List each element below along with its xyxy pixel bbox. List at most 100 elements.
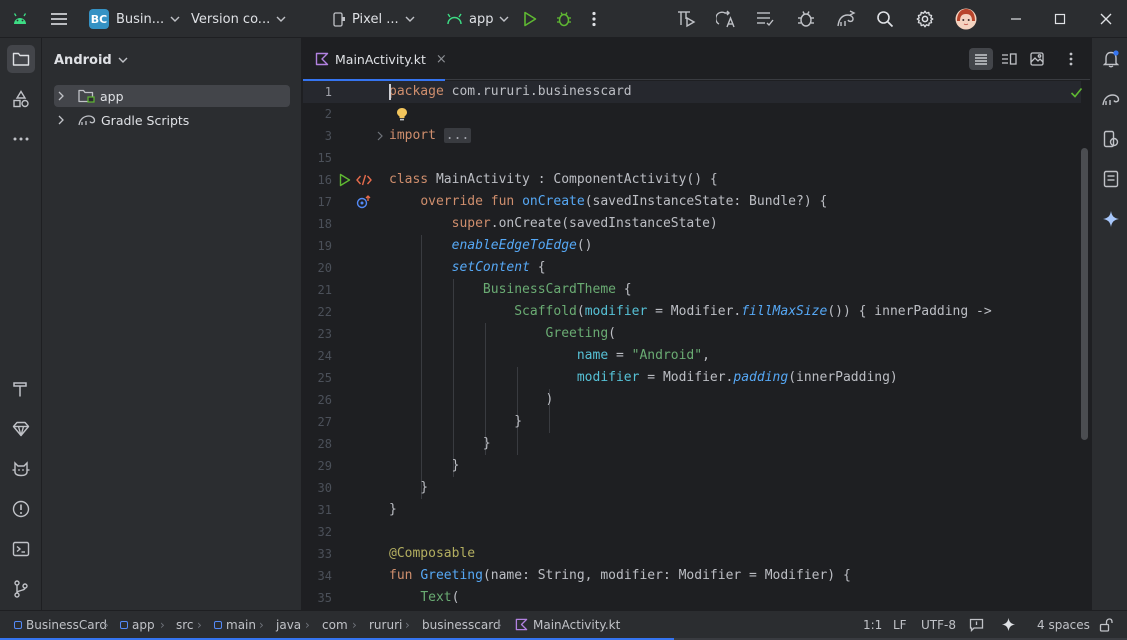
user-avatar-button[interactable]	[955, 0, 977, 38]
device-label: Pixel ...	[352, 11, 399, 27]
breadcrumb-src[interactable]: src	[176, 611, 194, 638]
breadcrumb-project[interactable]: BusinessCard	[14, 611, 107, 638]
override-gutter-icon[interactable]	[355, 191, 373, 213]
breadcrumb-com[interactable]: com	[322, 611, 348, 638]
chevron-right-icon[interactable]	[58, 115, 72, 125]
line-number: 15	[317, 151, 332, 165]
close-tab-icon[interactable]: ×	[436, 52, 447, 67]
line-number: 30	[317, 481, 332, 495]
more-vertical-icon	[592, 11, 596, 27]
editor-scrollbar[interactable]	[1081, 148, 1088, 440]
breadcrumb-app[interactable]: app	[120, 611, 155, 638]
code-line: fun Greeting(name: String, modifier: Mod…	[389, 568, 851, 583]
tree-item-label: app	[100, 88, 124, 104]
more-actions-button[interactable]	[592, 0, 596, 38]
inspection-ok-icon[interactable]	[1067, 81, 1085, 103]
android-module-icon	[446, 13, 463, 25]
resource-manager-icon	[12, 90, 30, 108]
gradle-tool-button[interactable]	[1097, 85, 1125, 113]
run-button[interactable]	[523, 0, 537, 38]
split-view-icon	[1001, 53, 1017, 65]
breadcrumb-separator: ›	[305, 617, 310, 632]
design-view-button[interactable]	[1025, 48, 1049, 70]
project-view-selector[interactable]: Android	[54, 50, 128, 70]
line-number: 29	[317, 459, 332, 473]
indent-setting[interactable]: 4 spaces	[1037, 611, 1090, 638]
code-view-button[interactable]	[969, 48, 993, 70]
device-icon	[333, 11, 346, 27]
code-gutter-icon[interactable]	[355, 169, 373, 191]
ai-status-button[interactable]	[1001, 611, 1016, 638]
resource-manager-button[interactable]	[7, 85, 35, 113]
android-studio-logo[interactable]	[12, 0, 28, 38]
apply-changes-button[interactable]	[756, 0, 774, 38]
code-line: class MainActivity : ComponentActivity()…	[389, 172, 718, 187]
code-line: name = "Android",	[576, 348, 710, 363]
caret-position[interactable]: 1:1	[863, 611, 882, 638]
breadcrumb-separator: ›	[405, 617, 410, 632]
code-line: import ...	[389, 128, 472, 143]
maximize-button[interactable]	[1054, 0, 1066, 38]
vcs-widget[interactable]: Version co...	[191, 0, 286, 38]
device-manager-icon	[1103, 130, 1119, 148]
translations-button[interactable]	[716, 0, 736, 38]
git-tool-button[interactable]	[7, 575, 35, 603]
debug-button[interactable]	[556, 0, 572, 38]
logcat-tool-button[interactable]	[7, 455, 35, 483]
hamburger-icon	[50, 12, 68, 26]
run-gutter-icon[interactable]	[336, 169, 354, 191]
breadcrumb-file[interactable]: MainActivity.kt	[515, 611, 620, 638]
code-line: modifier = Modifier.padding(innerPadding…	[576, 370, 898, 385]
intention-bulb-icon[interactable]	[393, 103, 411, 125]
line-number: 18	[317, 217, 332, 231]
gem-icon	[12, 421, 30, 437]
terminal-tool-button[interactable]	[7, 535, 35, 563]
problems-tool-button[interactable]	[7, 495, 35, 523]
code-line: }	[389, 436, 491, 451]
tree-item-gradle-scripts[interactable]: Gradle Scripts	[54, 109, 290, 131]
sparkle-icon	[1102, 210, 1120, 228]
comment-button[interactable]	[969, 611, 984, 638]
main-menu-button[interactable]	[50, 0, 68, 38]
device-manager-button[interactable]	[1097, 125, 1125, 153]
close-window-button[interactable]	[1100, 0, 1112, 38]
line-number: 33	[317, 547, 332, 561]
folded-imports[interactable]: ...	[443, 128, 472, 143]
gemini-assistant-button[interactable]	[1097, 205, 1125, 233]
project-widget[interactable]: BC Busin...	[89, 0, 180, 38]
code-line: )	[389, 392, 554, 407]
project-tool-button[interactable]	[7, 45, 35, 73]
tab-mainactivity[interactable]: MainActivity.kt ×	[303, 38, 447, 81]
build-tool-button[interactable]	[7, 375, 35, 403]
file-encoding[interactable]: UTF-8	[921, 611, 956, 638]
run-config-selector[interactable]: app	[446, 0, 509, 38]
profiler-button[interactable]	[676, 0, 696, 38]
chevron-right-icon[interactable]	[58, 91, 72, 101]
minimize-button[interactable]	[1010, 0, 1022, 38]
editor-options-button[interactable]	[1059, 48, 1083, 70]
code-line: Greeting(	[545, 326, 616, 341]
breadcrumb-businesscard[interactable]: businesscard	[422, 611, 501, 638]
running-devices-button[interactable]	[1097, 165, 1125, 193]
tree-item-app[interactable]: app	[54, 85, 290, 107]
design-view-icon	[1030, 52, 1044, 66]
breadcrumb-rururi[interactable]: rururi	[369, 611, 402, 638]
search-button[interactable]	[876, 0, 894, 38]
line-separator[interactable]: LF	[893, 611, 907, 638]
breadcrumb-main[interactable]: main	[214, 611, 256, 638]
split-view-button[interactable]	[997, 48, 1021, 70]
fold-expand-icon[interactable]	[371, 125, 389, 147]
line-number: 21	[317, 283, 332, 297]
device-selector[interactable]: Pixel ...	[333, 0, 415, 38]
line-number: 24	[317, 349, 332, 363]
more-tool-windows-button[interactable]	[7, 125, 35, 153]
breadcrumb-label: com	[322, 617, 348, 632]
notifications-button[interactable]	[1097, 45, 1125, 73]
readonly-toggle[interactable]	[1099, 611, 1113, 638]
gemini-tool-button[interactable]	[7, 415, 35, 443]
code-editor[interactable]: 1 2 3 15 16 17 18 19 20 21 22 23 24 25 2…	[303, 80, 1090, 610]
settings-button[interactable]	[916, 0, 934, 38]
sync-gradle-button[interactable]	[836, 0, 856, 38]
breadcrumb-java[interactable]: java	[276, 611, 301, 638]
attach-debugger-button[interactable]	[796, 0, 816, 38]
